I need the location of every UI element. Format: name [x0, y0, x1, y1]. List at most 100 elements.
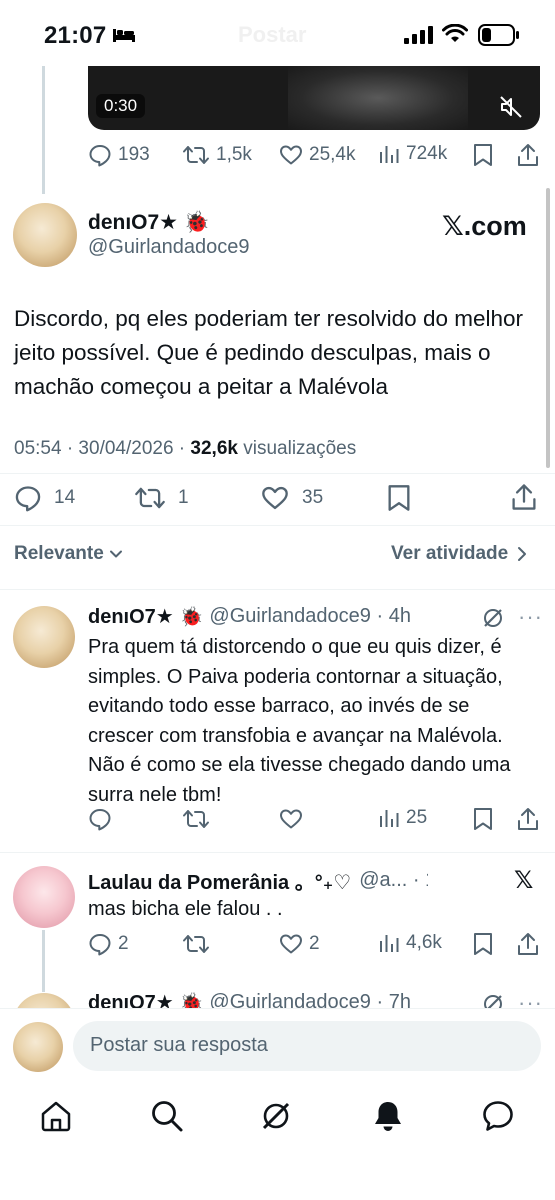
- reply-header: denıO7★ 🐞 @Guirlandadoce9 · 4h: [88, 604, 411, 629]
- ladybug-emoji: 🐞: [178, 211, 210, 234]
- divider: [0, 852, 555, 853]
- views-icon: [380, 146, 399, 163]
- share-icon[interactable]: [516, 142, 540, 168]
- reply-icon: [89, 934, 111, 956]
- like-count: 35: [302, 487, 324, 508]
- tweet-timestamp: 05:54 · 30/04/2026 ·: [14, 438, 191, 459]
- bookmark-icon[interactable]: [472, 143, 494, 167]
- views-icon: [380, 810, 399, 827]
- avatar[interactable]: [13, 203, 77, 267]
- avatar[interactable]: [13, 606, 75, 668]
- author-name-text: denıO7★: [88, 211, 179, 234]
- divider: [0, 589, 555, 590]
- reply-handle-time[interactable]: @Guirlandadoce9 · 4h: [209, 605, 411, 628]
- status-time: 21:07: [44, 22, 107, 49]
- video-player[interactable]: [88, 66, 540, 130]
- reply-icon: [89, 145, 111, 167]
- repost-icon[interactable]: [182, 807, 210, 831]
- reply-author-name[interactable]: denıO7★: [88, 604, 174, 629]
- views-metric[interactable]: 4,6k: [378, 932, 442, 954]
- repost-metric[interactable]: 1: [134, 484, 189, 512]
- search-icon[interactable]: [150, 1099, 184, 1133]
- like-metric[interactable]: 2: [279, 932, 320, 956]
- sort-dropdown[interactable]: Relevante: [14, 543, 124, 565]
- chevron-right-icon: [518, 547, 527, 561]
- heart-icon[interactable]: [279, 807, 303, 831]
- mute-icon[interactable]: [498, 94, 524, 120]
- like-count: 2: [309, 933, 320, 954]
- x-logo-icon[interactable]: 𝕏: [514, 866, 533, 895]
- divider: [0, 473, 555, 474]
- repost-icon[interactable]: [182, 932, 210, 956]
- bookmark-icon[interactable]: [472, 932, 494, 956]
- heart-icon: [280, 934, 302, 954]
- reply-header: Laulau da Pomerânia 。°₊♡ @a... · 14h: [88, 866, 428, 895]
- battery-icon: [478, 24, 520, 46]
- reply-author-name[interactable]: Laulau da Pomerânia 。°₊♡: [88, 866, 351, 895]
- header-title: Postar: [238, 22, 307, 47]
- bookmark-icon[interactable]: [472, 807, 494, 831]
- views-icon: [380, 935, 399, 952]
- like-metric[interactable]: 25,4k: [279, 143, 355, 167]
- tweet-text: Discordo, pq eles poderiam ter resolvido…: [14, 306, 523, 399]
- share-icon[interactable]: [510, 482, 538, 512]
- grok-icon[interactable]: [259, 1099, 293, 1133]
- repost-count: 1: [178, 487, 189, 508]
- xcom-watermark: 𝕏.com: [442, 211, 527, 241]
- repost-icon: [183, 146, 209, 164]
- sort-label: Relevante: [14, 543, 104, 564]
- more-options-icon[interactable]: ···: [518, 604, 543, 630]
- author-name[interactable]: denıO7★ 🐞: [88, 210, 210, 235]
- repost-count: 1,5k: [216, 144, 252, 165]
- views-metric[interactable]: 724k: [378, 143, 447, 165]
- repost-icon: [135, 487, 165, 509]
- reply-metric[interactable]: 2: [88, 932, 129, 956]
- video-duration: 0:30: [96, 94, 146, 118]
- views-count: 4,6k: [406, 932, 442, 953]
- chevron-down-icon: [109, 550, 122, 558]
- views-metric[interactable]: 25: [378, 807, 427, 829]
- grok-icon[interactable]: [481, 606, 505, 630]
- reply-handle-time[interactable]: @a... · 14h: [359, 869, 428, 892]
- reply-text: mas bicha ele falou . .: [88, 898, 283, 920]
- divider: [0, 525, 555, 526]
- video-frame: [288, 66, 468, 130]
- view-activity-link[interactable]: Ver atividade: [391, 543, 528, 565]
- reply-count: 2: [118, 933, 129, 954]
- messages-icon[interactable]: [481, 1099, 515, 1133]
- home-icon[interactable]: [39, 1099, 73, 1133]
- tweet-meta: 05:54 · 30/04/2026 · 32,6k visualizações: [14, 438, 356, 460]
- reply-count: 14: [54, 487, 76, 508]
- thread-line: [42, 930, 45, 992]
- reply-icon[interactable]: [88, 807, 112, 831]
- tweet-view-label: visualizações: [237, 438, 357, 459]
- share-icon[interactable]: [516, 931, 540, 957]
- repost-metric[interactable]: 1,5k: [182, 143, 252, 167]
- thread-line: [42, 66, 45, 194]
- heart-icon: [262, 486, 288, 510]
- scrollbar[interactable]: [546, 188, 550, 468]
- bell-icon[interactable]: [372, 1099, 404, 1133]
- share-icon[interactable]: [516, 806, 540, 832]
- reply-metric[interactable]: 193: [88, 143, 150, 167]
- ladybug-emoji: 🐞: [179, 606, 204, 628]
- avatar: [13, 1022, 63, 1072]
- views-count: 25: [406, 807, 428, 828]
- views-count: 724k: [406, 143, 448, 164]
- author-handle[interactable]: @Guirlandadoce9: [88, 236, 250, 259]
- reply-count: 193: [118, 144, 150, 165]
- reply-input[interactable]: Postar sua resposta: [73, 1021, 541, 1071]
- heart-icon: [280, 145, 302, 165]
- reply-icon: [15, 486, 41, 512]
- view-activity-label: Ver atividade: [391, 543, 509, 564]
- like-count: 25,4k: [309, 144, 356, 165]
- reply-text: Pra quem tá distorcendo o que eu quis di…: [88, 636, 511, 806]
- tweet-view-count: 32,6k: [190, 438, 238, 459]
- sleep-focus-icon: [112, 26, 136, 44]
- bookmark-icon[interactable]: [386, 484, 412, 512]
- like-metric[interactable]: 35: [260, 484, 323, 512]
- reply-metric[interactable]: 14: [14, 484, 75, 512]
- cellular-signal-icon: [404, 26, 434, 44]
- avatar[interactable]: [13, 866, 75, 928]
- wifi-icon: [442, 24, 468, 44]
